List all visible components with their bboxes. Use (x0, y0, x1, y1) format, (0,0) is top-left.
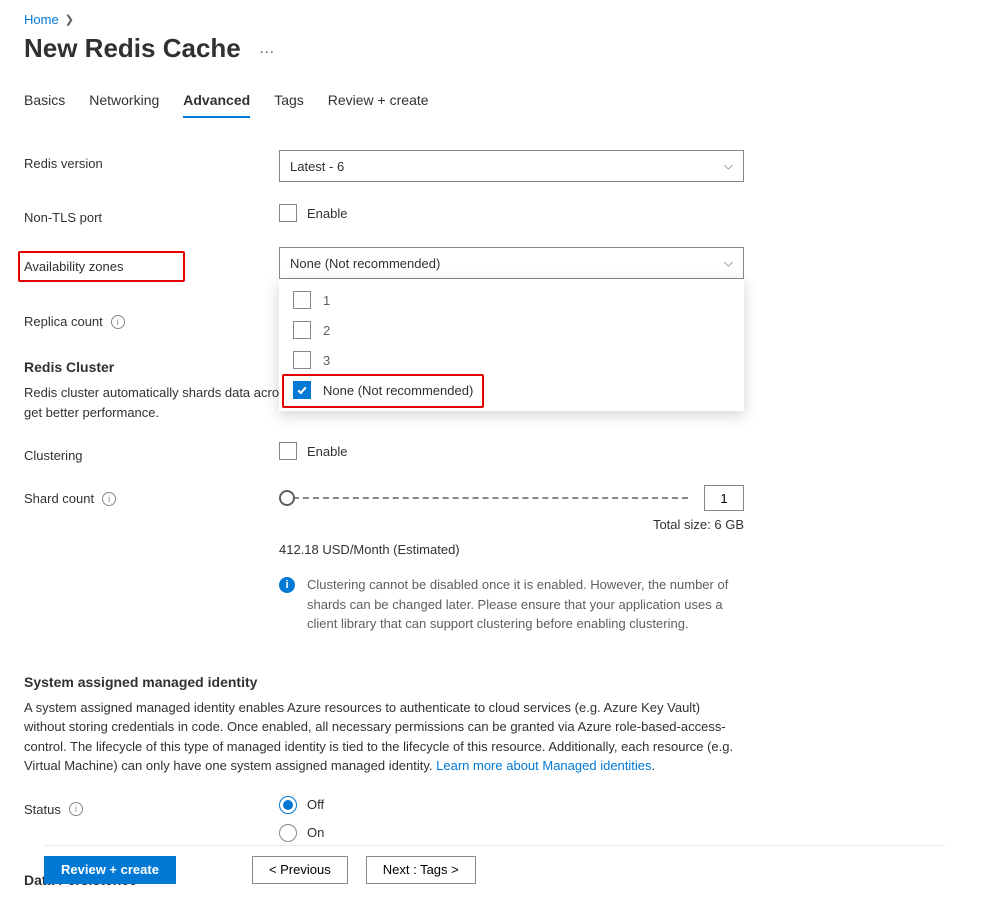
availability-zones-value: None (Not recommended) (290, 256, 440, 271)
chevron-down-icon: ⌵ (724, 256, 733, 271)
slider-thumb[interactable] (279, 490, 295, 506)
breadcrumb-home-link[interactable]: Home (24, 12, 59, 27)
period-punct: . (652, 758, 656, 773)
next-tags-button[interactable]: Next : Tags > (366, 856, 476, 884)
info-icon[interactable]: i (111, 315, 125, 329)
clustering-checkbox[interactable] (279, 442, 297, 460)
zone-1-label: 1 (323, 293, 330, 308)
availability-zones-dropdown: 1 2 3 None (Not recommended) (279, 279, 744, 411)
zone-none-checkbox[interactable] (293, 381, 311, 399)
zone-3-checkbox[interactable] (293, 351, 311, 369)
info-icon[interactable]: i (102, 492, 116, 506)
label-shard-count: Shard count (24, 491, 94, 506)
zone-1-checkbox[interactable] (293, 291, 311, 309)
chevron-right-icon: ❯ (65, 13, 74, 26)
label-replica-count: Replica count (24, 314, 103, 329)
clustering-note-text: Clustering cannot be disabled once it is… (307, 575, 744, 634)
label-non-tls-port: Non-TLS port (24, 210, 102, 225)
status-on-radio[interactable] (279, 824, 297, 842)
info-icon: i (279, 577, 295, 593)
shard-count-slider[interactable] (279, 496, 688, 500)
label-redis-version: Redis version (24, 156, 103, 171)
zone-3-label: 3 (323, 353, 330, 368)
chevron-down-icon: ⌵ (724, 159, 733, 174)
clustering-enable-label: Enable (307, 444, 347, 459)
zone-2-label: 2 (323, 323, 330, 338)
status-off-radio[interactable] (279, 796, 297, 814)
section-managed-identity-heading: System assigned managed identity (24, 674, 970, 690)
redis-cluster-desc-line1: Redis cluster automatically shards data … (24, 385, 279, 400)
non-tls-port-checkbox[interactable] (279, 204, 297, 222)
status-off-radio-row[interactable]: Off (279, 796, 970, 814)
availability-zones-select[interactable]: None (Not recommended) ⌵ (279, 247, 744, 279)
zone-none-label: None (Not recommended) (323, 383, 473, 398)
tab-advanced[interactable]: Advanced (183, 92, 250, 118)
total-size-text: Total size: 6 GB (279, 517, 744, 532)
availability-zone-option-3[interactable]: 3 (279, 345, 744, 375)
tabs-bar: Basics Networking Advanced Tags Review +… (24, 92, 970, 118)
estimated-cost-text: 412.18 USD/Month (Estimated) (279, 542, 970, 557)
footer-bar: Review + create < Previous Next : Tags > (44, 845, 946, 884)
label-availability-zones: Availability zones (18, 251, 185, 282)
availability-zone-option-2[interactable]: 2 (279, 315, 744, 345)
zone-2-checkbox[interactable] (293, 321, 311, 339)
managed-identity-learn-more-link[interactable]: Learn more about Managed identities (436, 758, 651, 773)
redis-cluster-desc-line2: get better performance. (24, 405, 159, 420)
review-create-button[interactable]: Review + create (44, 856, 176, 884)
label-clustering: Clustering (24, 448, 83, 463)
page-title: New Redis Cache (24, 33, 241, 64)
redis-version-select[interactable]: Latest - 6 ⌵ (279, 150, 744, 182)
tab-basics[interactable]: Basics (24, 92, 65, 118)
non-tls-port-enable-label: Enable (307, 206, 347, 221)
info-icon[interactable]: i (69, 802, 83, 816)
breadcrumb: Home ❯ (24, 12, 970, 27)
availability-zone-option-1[interactable]: 1 (279, 285, 744, 315)
status-on-radio-row[interactable]: On (279, 824, 970, 842)
more-ellipsis-icon[interactable]: … (259, 40, 276, 58)
availability-zone-option-none[interactable]: None (Not recommended) (279, 375, 744, 405)
tab-tags[interactable]: Tags (274, 92, 304, 118)
previous-button[interactable]: < Previous (252, 856, 348, 884)
tab-networking[interactable]: Networking (89, 92, 159, 118)
status-on-label: On (307, 825, 324, 840)
shard-count-input[interactable] (704, 485, 744, 511)
label-status: Status (24, 802, 61, 817)
tab-review-create[interactable]: Review + create (328, 92, 429, 118)
redis-version-value: Latest - 6 (290, 159, 344, 174)
status-off-label: Off (307, 797, 324, 812)
